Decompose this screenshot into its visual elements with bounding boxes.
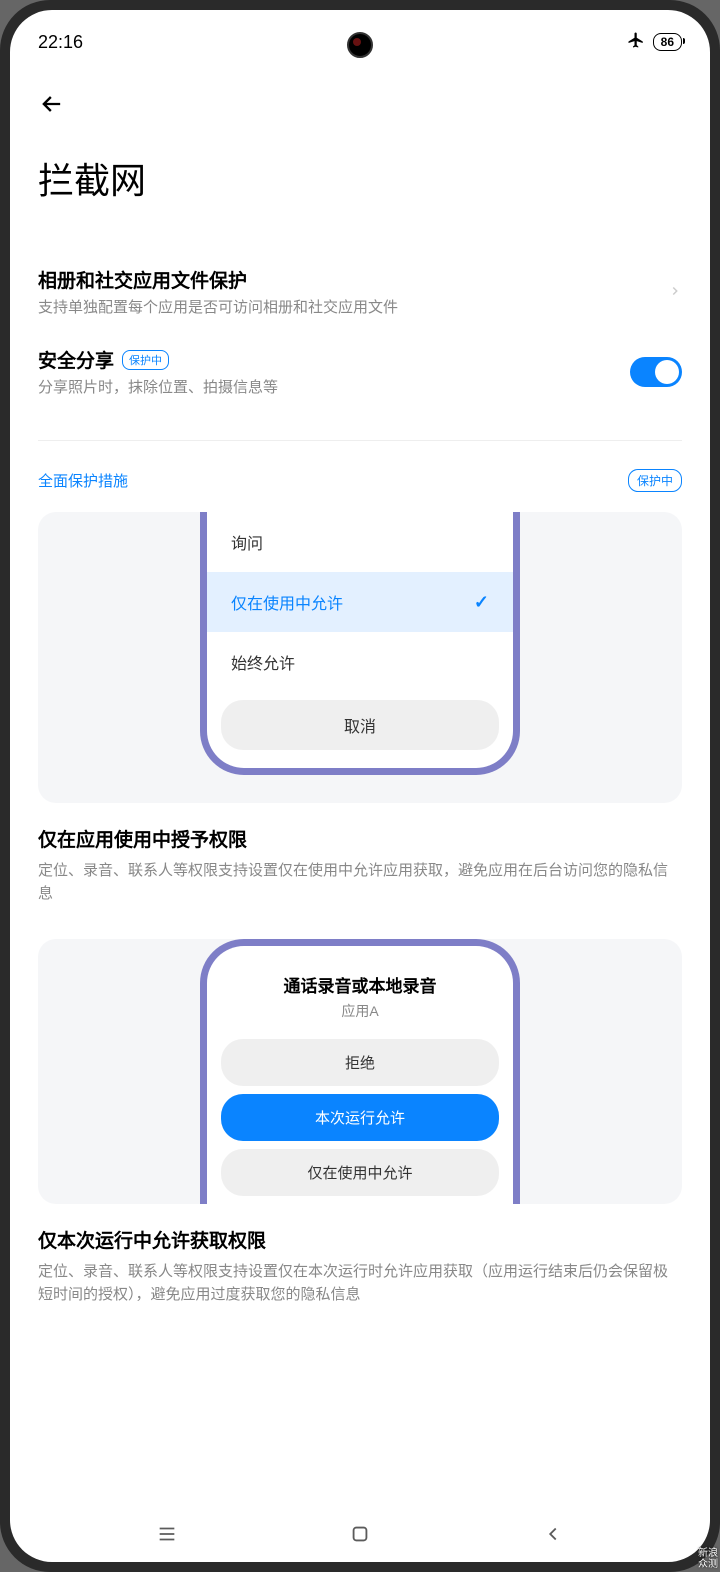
gallery-protection-row[interactable]: 相册和社交应用文件保护 支持单独配置每个应用是否可访问相册和社交应用文件 — [38, 252, 682, 332]
demo-deny-button: 拒绝 — [221, 1039, 499, 1086]
feature2-title: 仅本次运行中允许获取权限 — [38, 1226, 682, 1253]
demo-cancel-button: 取消 — [221, 700, 499, 750]
feature2-desc: 定位、录音、联系人等权限支持设置仅在本次运行时允许应用获取（应用运行结束后仍会保… — [38, 1261, 682, 1306]
nav-home-icon[interactable] — [349, 1523, 371, 1550]
demo-allow-once-button: 本次运行允许 — [221, 1094, 499, 1141]
nav-menu-icon[interactable] — [156, 1523, 178, 1550]
status-time: 22:16 — [38, 32, 83, 53]
gallery-title: 相册和社交应用文件保护 — [38, 266, 668, 293]
demo-option-allow-inuse: 仅在使用中允许 ✓ — [207, 572, 513, 632]
demo-option-ask: 询问 — [207, 512, 513, 572]
divider — [38, 440, 682, 441]
share-badge: 保护中 — [122, 350, 169, 370]
demo-perm-app: 应用A — [207, 1001, 513, 1021]
share-title: 安全分享 — [38, 346, 114, 373]
feature1-title: 仅在应用使用中授予权限 — [38, 825, 682, 852]
demo-perm-title: 通话录音或本地录音 — [207, 972, 513, 997]
navigation-bar — [10, 1520, 710, 1562]
section-label: 全面保护措施 — [38, 470, 128, 491]
safe-share-row: 安全分享 保护中 分享照片时，抹除位置、拍摄信息等 — [38, 332, 682, 412]
demo-card-permission-once: 通话录音或本地录音 应用A 拒绝 本次运行允许 仅在使用中允许 — [38, 939, 682, 1204]
page-title: 拦截网 — [38, 152, 682, 204]
camera-notch — [347, 32, 373, 58]
demo-allow-inuse-button: 仅在使用中允许 — [221, 1149, 499, 1196]
battery-indicator: 86 — [653, 33, 682, 51]
gallery-desc: 支持单独配置每个应用是否可访问相册和社交应用文件 — [38, 297, 668, 318]
watermark: 新浪 众测 — [698, 1548, 718, 1570]
demo-card-permission-inuse: 询问 仅在使用中允许 ✓ 始终允许 取消 — [38, 512, 682, 803]
share-desc: 分享照片时，抹除位置、拍摄信息等 — [38, 377, 630, 398]
section-badge: 保护中 — [628, 469, 682, 492]
checkmark-icon: ✓ — [474, 592, 489, 613]
demo-option-always: 始终允许 — [207, 632, 513, 692]
airplane-mode-icon — [627, 31, 645, 54]
safe-share-toggle[interactable] — [630, 357, 682, 387]
chevron-right-icon — [668, 281, 682, 304]
feature1-desc: 定位、录音、联系人等权限支持设置仅在使用中允许应用获取，避免应用在后台访问您的隐… — [38, 860, 682, 905]
back-button[interactable] — [38, 84, 78, 124]
nav-back-icon[interactable] — [542, 1523, 564, 1550]
